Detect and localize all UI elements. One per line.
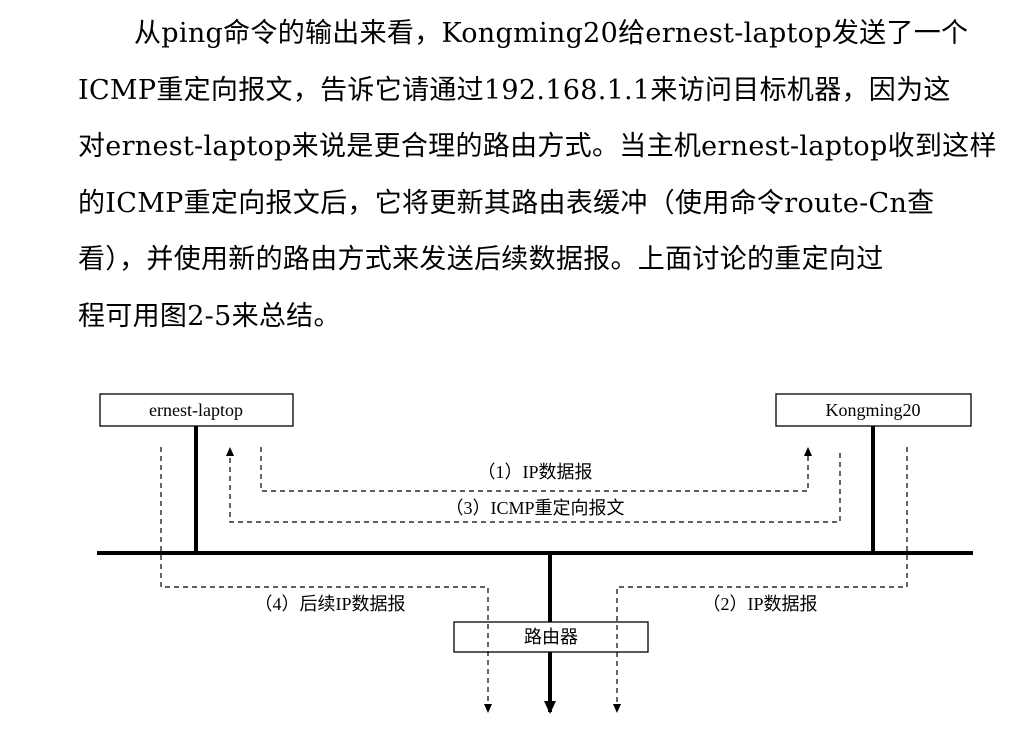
host-box-kongming20: Kongming20 <box>775 393 972 427</box>
router-label: 路由器 <box>524 627 578 648</box>
redirect-diagram: ernest-laptop Kongming20 路由器 （1）IP数据报 （3… <box>97 393 973 714</box>
arrow-2-ip-datagram <box>613 447 908 713</box>
router-box: 路由器 <box>453 621 649 653</box>
arrow-4-label: （4）后续IP数据报 <box>254 594 405 614</box>
arrow-4-subsequent-datagram <box>160 447 492 713</box>
arrow-1-label: （1）IP数据报 <box>477 462 592 482</box>
host-label-kongming20: Kongming20 <box>825 400 920 420</box>
host-box-ernest-laptop: ernest-laptop <box>99 393 294 427</box>
arrow-2-label: （2）IP数据报 <box>702 594 817 614</box>
arrow-3-label: （3）ICMP重定向报文 <box>445 498 624 518</box>
host-label-ernest-laptop: ernest-laptop <box>149 400 243 420</box>
